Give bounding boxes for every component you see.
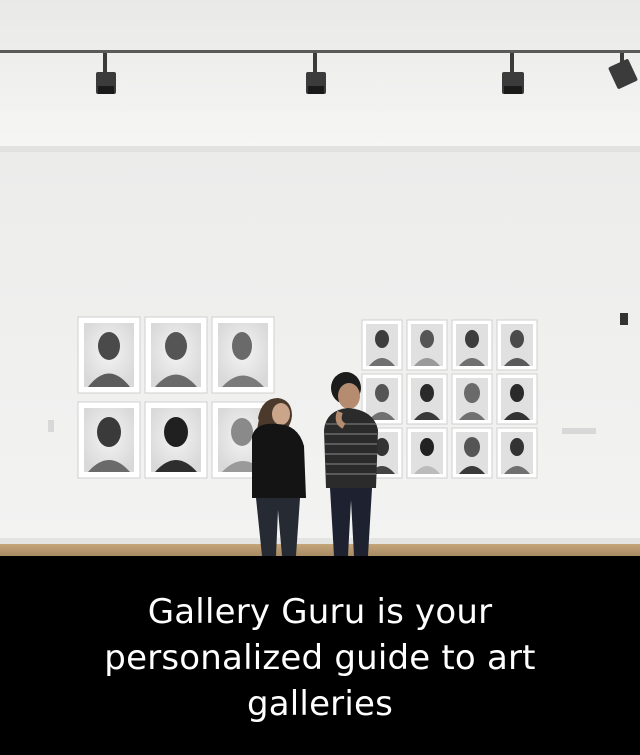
gallery-photo [0,0,640,556]
caption-banner: Gallery Guru is your personalized guide … [0,556,640,755]
splash-screen: Gallery Guru is your personalized guide … [0,0,640,755]
gallery-floor [0,544,640,556]
tagline-text: Gallery Guru is your personalized guide … [104,591,536,724]
